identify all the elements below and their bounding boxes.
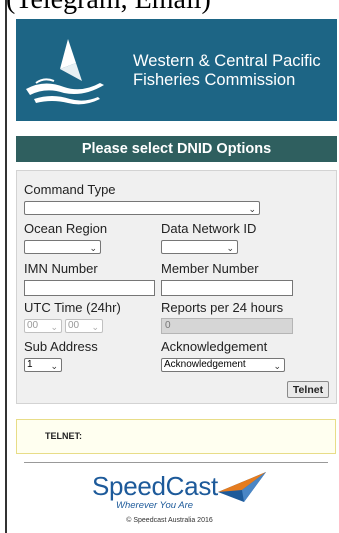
dnid-options-form: Command Type ⌄ Ocean Region ⌄ Data Netwo…	[16, 170, 337, 404]
member-number-label: Member Number	[161, 261, 259, 276]
chevron-down-icon: ⌄	[226, 243, 234, 253]
utc-hour-value: 00	[27, 320, 39, 331]
speedcast-tagline: Wherever You Are	[116, 500, 194, 511]
sub-address-label: Sub Address	[24, 339, 98, 354]
utc-minute-value: 00	[68, 320, 80, 331]
chevron-down-icon: ⌄	[273, 361, 281, 371]
ocean-region-select[interactable]: ⌄	[24, 240, 101, 254]
data-network-id-select[interactable]: ⌄	[161, 240, 238, 254]
chevron-down-icon: ⌄	[248, 204, 256, 214]
org-name-line1: Western & Central Pacific	[133, 52, 321, 70]
telnet-button[interactable]: Telnet	[287, 381, 329, 398]
utc-time-label: UTC Time (24hr)	[24, 300, 121, 315]
reports-per-24-label: Reports per 24 hours	[161, 300, 284, 315]
command-type-label: Command Type	[24, 182, 116, 197]
utc-hour-select[interactable]: 00 ⌄	[24, 319, 62, 333]
speedcast-swoosh-icon	[218, 472, 266, 502]
chevron-down-icon: ⌄	[91, 322, 99, 332]
chevron-down-icon: ⌄	[50, 322, 58, 332]
sub-address-select[interactable]: 1 ⌄	[24, 358, 62, 372]
page-title: Please select DNID Options	[16, 136, 337, 162]
member-number-input[interactable]	[161, 280, 293, 296]
reports-per-24-input[interactable]: 0	[161, 318, 293, 334]
ocean-region-label: Ocean Region	[24, 221, 108, 236]
wcpfc-logo-icon	[26, 39, 104, 105]
copyright-text: © Speedcast Australia 2016	[126, 517, 213, 524]
telnet-output-label: TELNET:	[45, 431, 82, 441]
data-network-id-label: Data Network ID	[161, 221, 257, 236]
wcpfc-banner: Western & Central Pacific Fisheries Comm…	[16, 19, 337, 121]
acknowledgement-value: Acknowledgement	[164, 359, 246, 370]
acknowledgement-label: Acknowledgement	[161, 339, 268, 354]
organization-name: Western & Central Pacific Fisheries Comm…	[133, 52, 321, 90]
speedcast-wordmark: SpeedCast	[92, 471, 218, 501]
utc-minute-select[interactable]: 00 ⌄	[65, 319, 103, 333]
footer-divider	[24, 462, 328, 463]
acknowledgement-select[interactable]: Acknowledgement ⌄	[161, 358, 285, 372]
org-name-line2: Fisheries Commission	[133, 71, 296, 89]
imn-number-label: IMN Number	[24, 261, 98, 276]
chevron-down-icon: ⌄	[50, 361, 58, 371]
sub-address-value: 1	[27, 359, 33, 370]
imn-number-input[interactable]	[24, 280, 155, 296]
command-type-select[interactable]: ⌄	[24, 201, 260, 215]
chevron-down-icon: ⌄	[89, 243, 97, 253]
telnet-output-panel: TELNET:	[16, 419, 336, 454]
